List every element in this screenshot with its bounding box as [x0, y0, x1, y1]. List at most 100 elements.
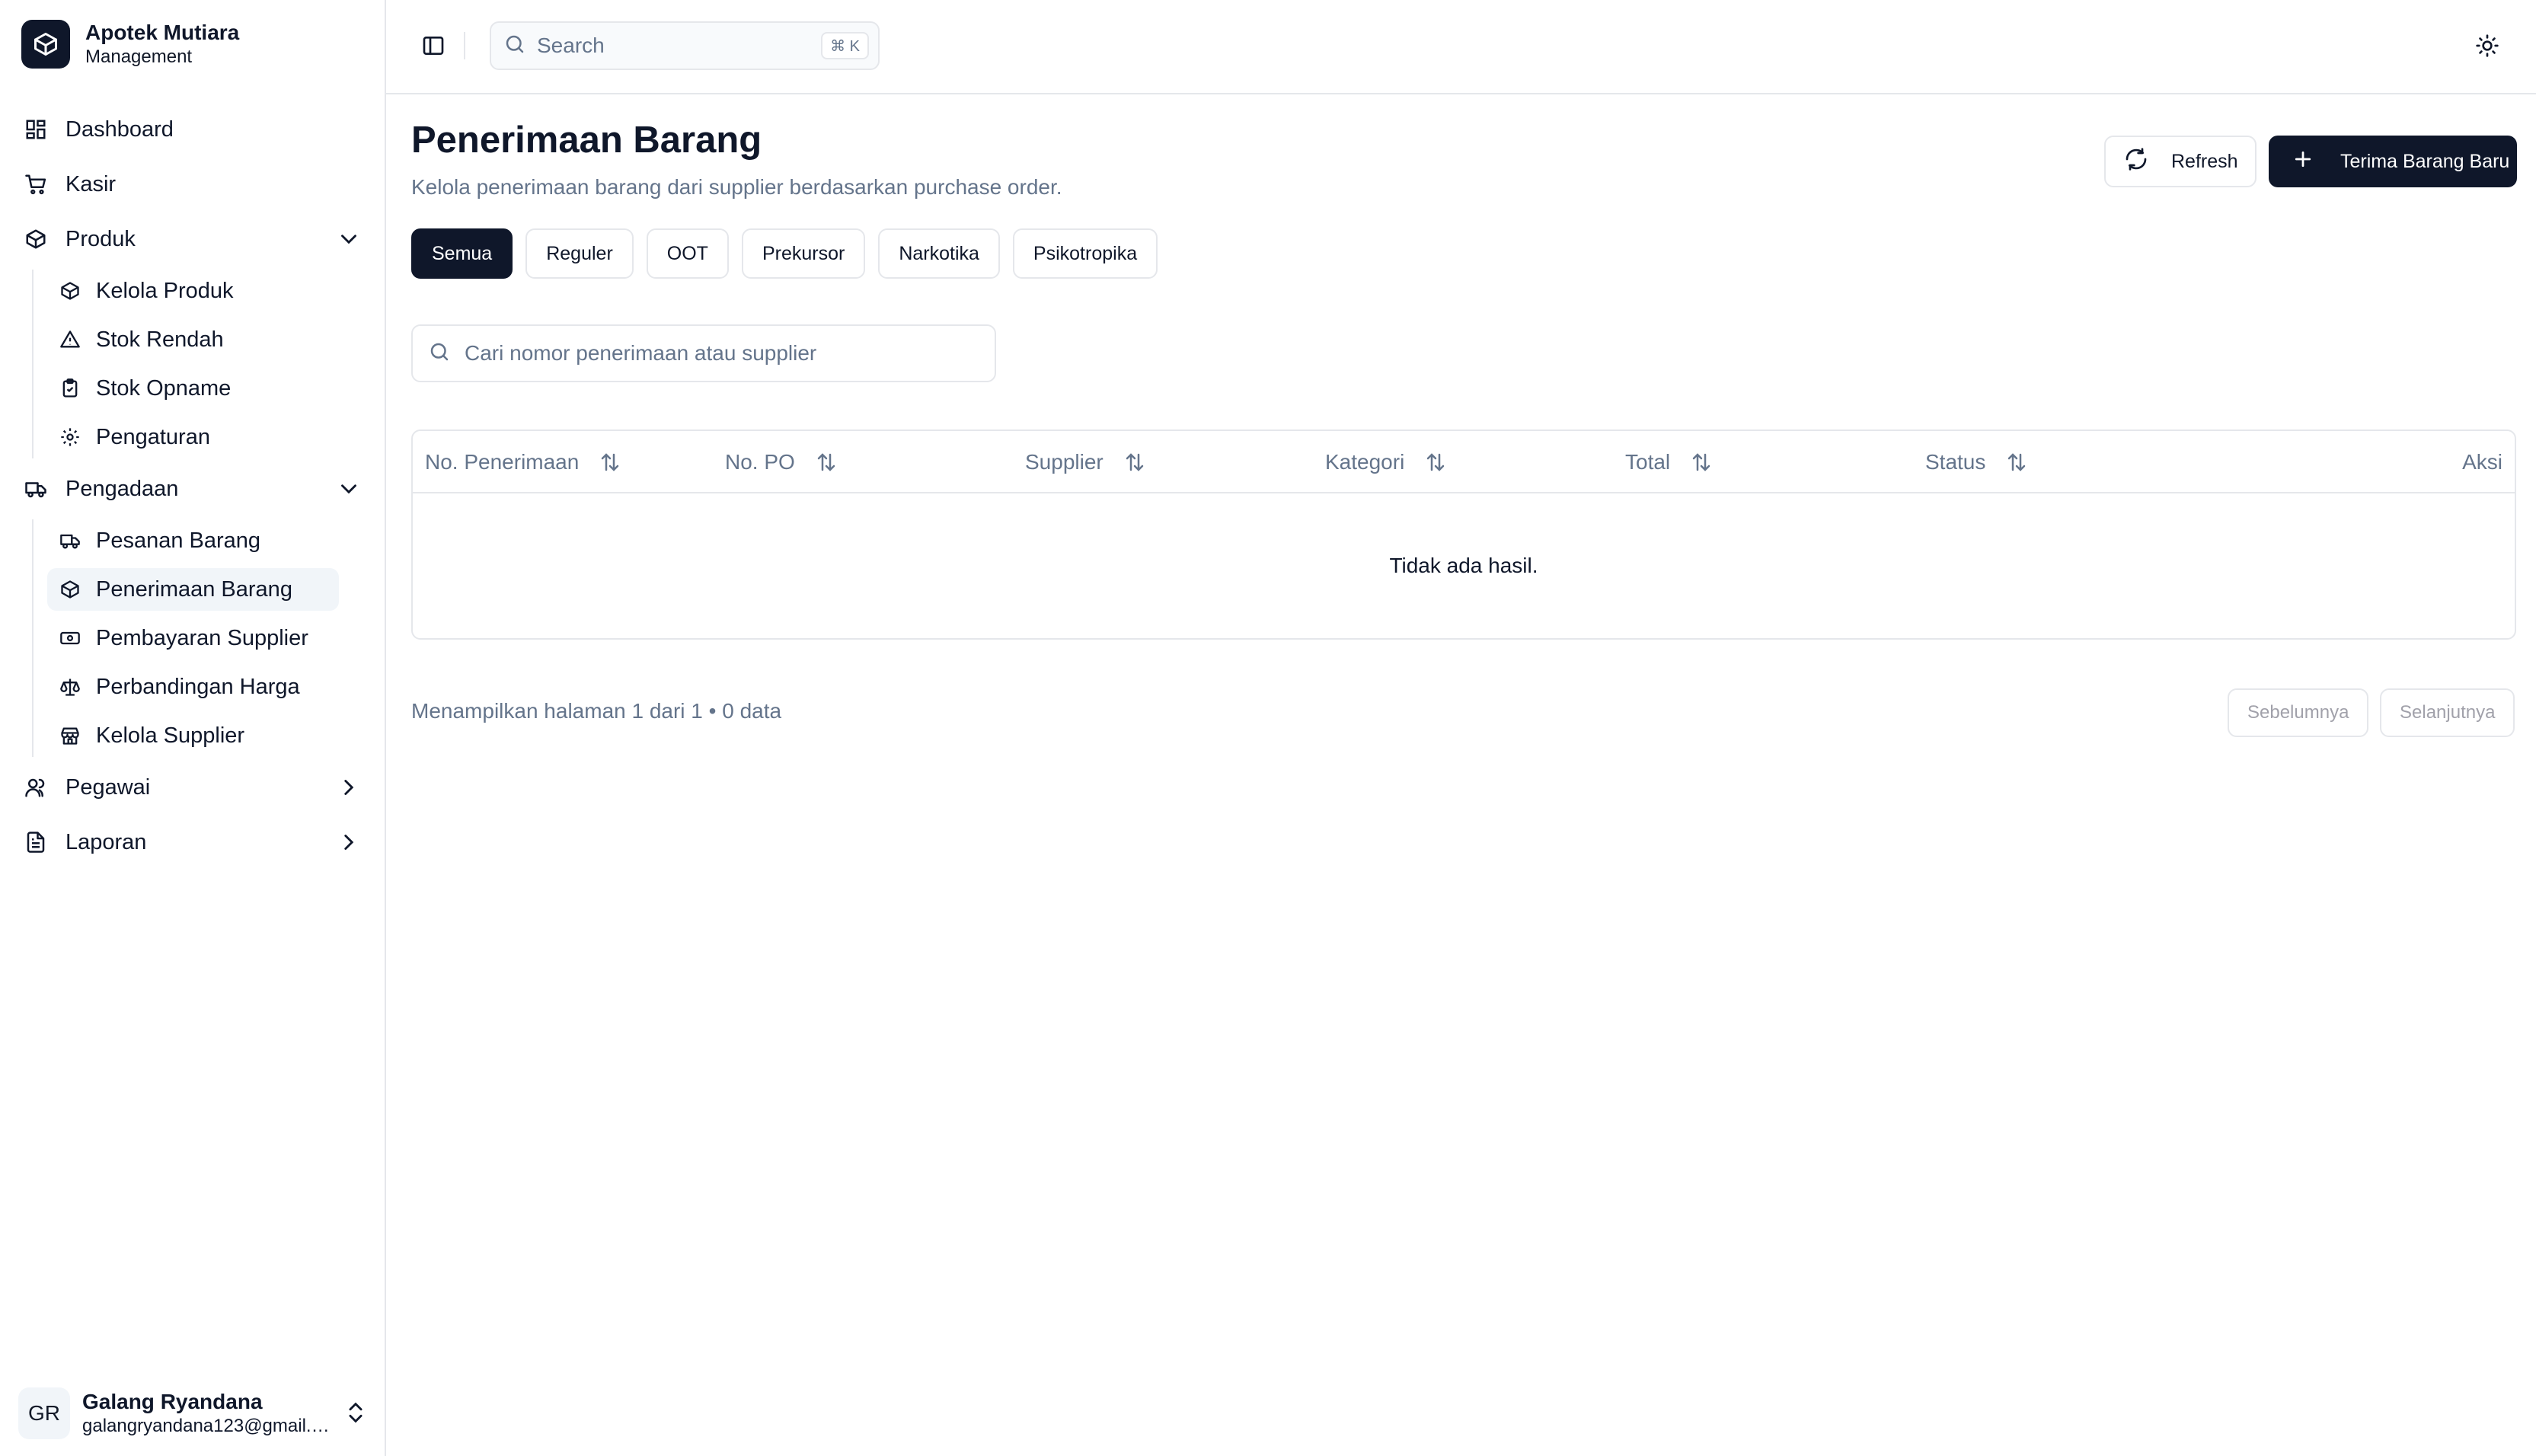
sort-icon	[1690, 451, 1713, 474]
sidebar-item-kelola-supplier[interactable]: Kelola Supplier	[47, 714, 339, 757]
clipboard-check-icon	[58, 376, 82, 401]
package-logo-icon	[21, 20, 70, 69]
column-header-status[interactable]: Status	[1925, 431, 2028, 493]
category-filter-tabs: Semua Reguler OOT Prekursor Narkotika Ps…	[411, 228, 1171, 279]
column-header-label: Status	[1925, 450, 1986, 474]
sidebar-item-label: Pengadaan	[65, 476, 179, 501]
table-header: No. Penerimaan No. PO Supplier Kategori …	[413, 431, 2515, 493]
sun-icon	[2476, 34, 2499, 57]
sidebar-item-label: Pesanan Barang	[96, 528, 261, 553]
column-header-kategori[interactable]: Kategori	[1325, 431, 1447, 493]
page-description: Kelola penerimaan barang dari supplier b…	[411, 175, 1062, 199]
table-search-input[interactable]	[465, 341, 982, 366]
sidebar-item-label: Stok Rendah	[96, 327, 224, 352]
sidebar-nav: Dashboard Kasir Produk Kelola Produk Sto…	[0, 105, 386, 873]
sidebar-item-label: Kasir	[65, 171, 117, 196]
sidebar-item-label: Laporan	[65, 829, 147, 854]
column-header-label: Supplier	[1025, 450, 1104, 474]
sort-icon	[1424, 451, 1447, 474]
sidebar-item-pegawai[interactable]: Pegawai	[15, 763, 365, 812]
sidebar-item-label: Stok Opname	[96, 375, 232, 401]
column-header-no-penerimaan[interactable]: No. Penerimaan	[425, 431, 621, 493]
filter-tab-semua[interactable]: Semua	[411, 228, 513, 279]
alert-triangle-icon	[58, 327, 82, 352]
filter-tab-reguler[interactable]: Reguler	[525, 228, 634, 279]
next-page-button[interactable]: Selanjutnya	[2380, 688, 2515, 737]
refresh-button[interactable]: Refresh	[2104, 136, 2257, 187]
sidebar-item-pengadaan[interactable]: Pengadaan	[15, 465, 365, 513]
sidebar-item-label: Pengaturan	[96, 424, 210, 449]
sidebar-item-pengaturan[interactable]: Pengaturan	[47, 416, 339, 458]
sidebar-item-label: Kelola Produk	[96, 278, 234, 303]
avatar: GR	[18, 1387, 70, 1439]
sidebar-item-pembayaran-supplier[interactable]: Pembayaran Supplier	[47, 617, 339, 659]
receive-new-goods-button[interactable]: Terima Barang Baru	[2269, 136, 2517, 187]
gear-icon	[58, 425, 82, 449]
theme-toggle-button[interactable]	[2471, 29, 2504, 62]
table-empty-state: Tidak ada hasil.	[1389, 554, 1538, 577]
global-search[interactable]: Search ⌘ K	[490, 21, 880, 70]
store-icon	[58, 723, 82, 748]
box-icon	[23, 226, 49, 252]
app-root: Apotek Mutiara Management Dashboard Kasi…	[0, 0, 2536, 1456]
sidebar-item-kasir[interactable]: Kasir	[15, 160, 365, 209]
sort-icon	[1123, 451, 1146, 474]
page-title: Penerimaan Barang	[411, 120, 762, 161]
users-icon	[23, 774, 49, 800]
cart-icon	[23, 171, 49, 197]
search-label: Search	[537, 34, 605, 57]
sidebar-toggle-button[interactable]	[414, 29, 453, 62]
table-search-field[interactable]	[411, 324, 996, 382]
previous-page-button[interactable]: Sebelumnya	[2228, 688, 2369, 737]
user-menu[interactable]: GR Galang Ryandana galangryandana123@gma…	[18, 1384, 369, 1442]
topbar: Search ⌘ K	[386, 0, 2536, 94]
sort-icon	[815, 451, 838, 474]
filter-tab-psikotropika[interactable]: Psikotropika	[1012, 228, 1158, 279]
column-header-label: Aksi	[2462, 450, 2502, 474]
submenu-pengadaan: Pesanan Barang Penerimaan Barang Pembaya…	[32, 519, 386, 757]
banknote-icon	[58, 626, 82, 650]
column-header-total[interactable]: Total	[1625, 431, 1713, 493]
sort-icon	[599, 451, 621, 474]
column-header-no-po[interactable]: No. PO	[725, 431, 838, 493]
chevron-right-icon	[336, 774, 362, 800]
sidebar-item-label: Pembayaran Supplier	[96, 625, 308, 650]
sidebar-item-label: Dashboard	[65, 117, 174, 142]
user-email: galangryandana123@gmail.com	[82, 1416, 331, 1436]
sidebar-item-penerimaan-barang[interactable]: Penerimaan Barang	[47, 568, 339, 611]
sidebar-item-stok-opname[interactable]: Stok Opname	[47, 367, 339, 410]
brand[interactable]: Apotek Mutiara Management	[21, 20, 239, 69]
filter-tab-narkotika[interactable]: Narkotika	[878, 228, 1000, 279]
chevron-down-icon	[336, 226, 362, 252]
sidebar-item-produk[interactable]: Produk	[15, 215, 365, 263]
sidebar: Apotek Mutiara Management Dashboard Kasi…	[0, 0, 386, 1456]
chevron-right-icon	[336, 829, 362, 855]
column-header-label: Kategori	[1325, 450, 1405, 474]
truck-icon	[23, 476, 49, 502]
column-header-label: No. PO	[725, 450, 795, 474]
sidebar-item-perbandingan-harga[interactable]: Perbandingan Harga	[47, 666, 339, 708]
submenu-produk: Kelola Produk Stok Rendah Stok Opname Pe…	[32, 270, 386, 458]
sidebar-item-pesanan-barang[interactable]: Pesanan Barang	[47, 519, 339, 562]
search-icon	[503, 33, 526, 59]
sidebar-item-label: Penerimaan Barang	[96, 576, 292, 602]
filter-tab-oot[interactable]: OOT	[646, 228, 729, 279]
sidebar-item-kelola-produk[interactable]: Kelola Produk	[47, 270, 339, 312]
file-text-icon	[23, 829, 49, 855]
column-header-supplier[interactable]: Supplier	[1025, 431, 1146, 493]
sidebar-item-dashboard[interactable]: Dashboard	[15, 105, 365, 154]
scale-icon	[58, 675, 82, 699]
truck-icon	[58, 528, 82, 553]
column-header-aksi: Aksi	[2462, 431, 2502, 493]
sidebar-item-laporan[interactable]: Laporan	[15, 818, 365, 867]
main-content: Search ⌘ K Penerimaan Barang Kelola pene…	[386, 0, 2536, 1456]
refresh-icon	[2124, 147, 2148, 177]
search-icon	[428, 340, 451, 367]
dashboard-icon	[23, 117, 49, 142]
sort-icon	[2005, 451, 2028, 474]
search-shortcut: ⌘ K	[821, 32, 869, 59]
box-icon	[58, 279, 82, 303]
sidebar-item-stok-rendah[interactable]: Stok Rendah	[47, 318, 339, 361]
filter-tab-prekursor[interactable]: Prekursor	[741, 228, 866, 279]
pagination-info: Menampilkan halaman 1 dari 1 • 0 data	[411, 699, 782, 723]
